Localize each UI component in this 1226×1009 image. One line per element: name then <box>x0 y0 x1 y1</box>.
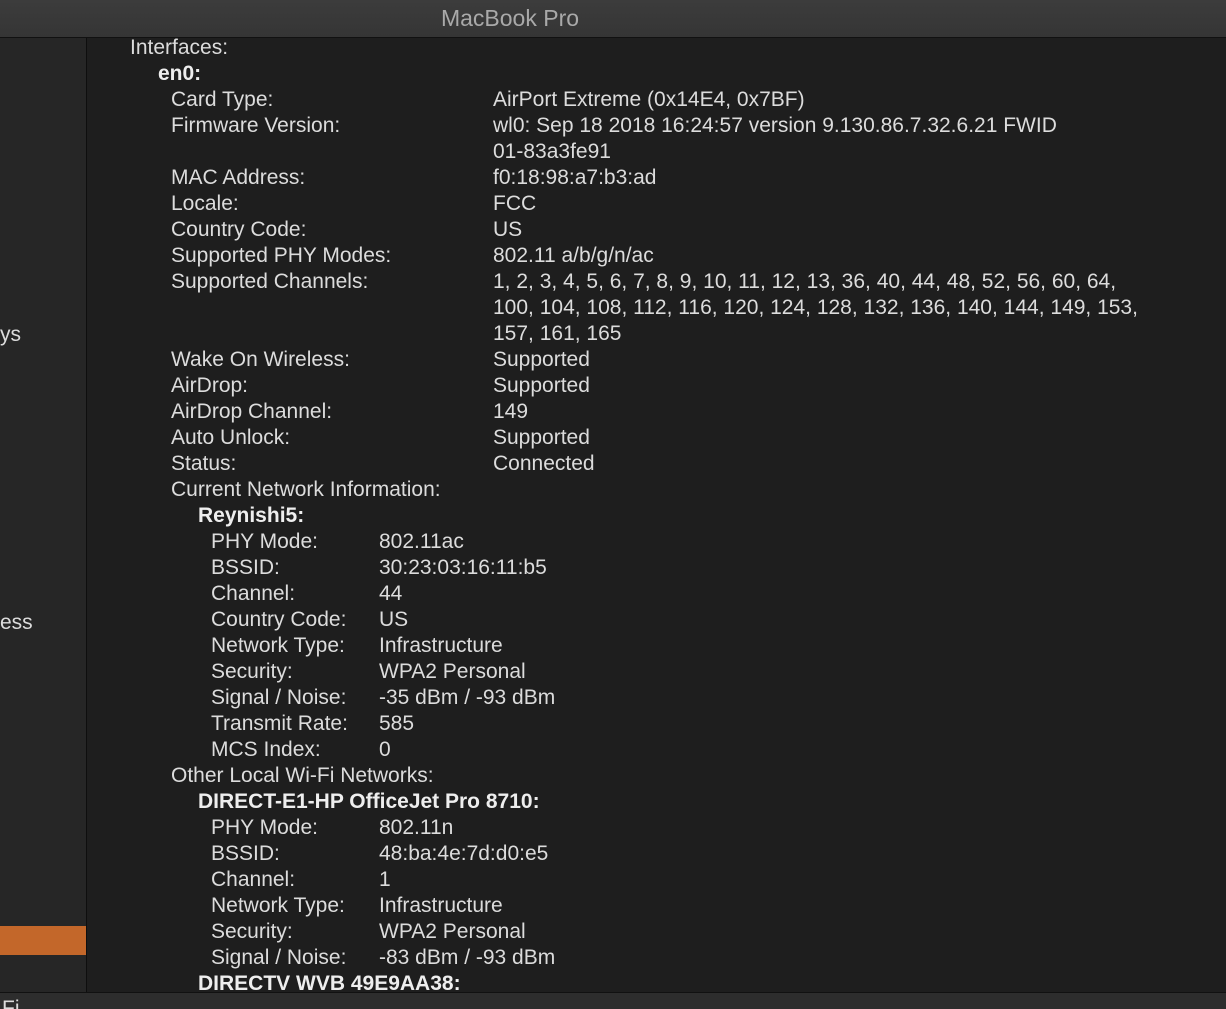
en0-header: en0: <box>158 62 202 85</box>
field-value: 802.11n <box>379 816 454 839</box>
field-value: 585 <box>379 712 415 735</box>
sidebar-item-fragment[interactable]: ess <box>0 611 33 635</box>
field-label: Firmware Version: <box>171 114 341 137</box>
field-label: Signal / Noise: <box>211 686 347 709</box>
field-value: Supported <box>493 426 590 449</box>
sidebar[interactable]: ys ess <box>0 38 87 992</box>
field-value: 802.11 a/b/g/n/ac <box>493 244 654 267</box>
field-label: Supported PHY Modes: <box>171 244 392 267</box>
network-name: DIRECT-E1-HP OfficeJet Pro 8710: <box>198 790 540 813</box>
field-value: -83 dBm / -93 dBm <box>379 946 556 969</box>
field-value: Connected <box>493 452 595 475</box>
field-label: Security: <box>211 920 293 943</box>
field-label: Security: <box>211 660 293 683</box>
field-label: AirDrop Channel: <box>171 400 333 423</box>
field-value: Supported <box>493 374 590 397</box>
field-value: 1, 2, 3, 4, 5, 6, 7, 8, 9, 10, 11, 12, 1… <box>493 270 1117 293</box>
sidebar-item-fragment[interactable]: ys <box>0 323 21 347</box>
field-value: WPA2 Personal <box>379 920 526 943</box>
field-value: 802.11ac <box>379 530 464 553</box>
field-label: Supported Channels: <box>171 270 369 293</box>
other-networks-header: Other Local Wi-Fi Networks: <box>171 764 434 787</box>
field-label: Country Code: <box>211 608 347 631</box>
detail-pane[interactable]: Interfaces: en0: Card Type: AirPort Extr… <box>88 38 1226 992</box>
field-value: 44 <box>379 582 403 605</box>
field-label: Transmit Rate: <box>211 712 348 735</box>
field-value-cont: 01-83a3fe91 <box>493 140 611 163</box>
field-value-cont: 100, 104, 108, 112, 116, 120, 124, 128, … <box>493 296 1138 319</box>
field-label: Wake On Wireless: <box>171 348 350 371</box>
field-value: 149 <box>493 400 529 423</box>
field-value: -35 dBm / -93 dBm <box>379 686 556 709</box>
field-label: Network Type: <box>211 894 345 917</box>
field-value: FCC <box>493 192 537 215</box>
field-label: Channel: <box>211 582 296 605</box>
field-value: f0:18:98:a7:b3:ad <box>493 166 657 189</box>
field-value: 1 <box>379 868 391 891</box>
field-label: Channel: <box>211 868 296 891</box>
sidebar-selected-item[interactable] <box>0 926 86 955</box>
field-value: 48:ba:4e:7d:d0:e5 <box>379 842 549 865</box>
field-value: US <box>379 608 409 631</box>
network-name: DIRECTV WVB 49E9AA38: <box>198 972 461 992</box>
field-value-cont: 157, 161, 165 <box>493 322 622 345</box>
field-label: MCS Index: <box>211 738 321 761</box>
field-value: AirPort Extreme (0x14E4, 0x7BF) <box>493 88 805 111</box>
field-label: Auto Unlock: <box>171 426 291 449</box>
field-value: Supported <box>493 348 590 371</box>
field-label: BSSID: <box>211 556 280 579</box>
title-bar: MacBook Pro <box>0 0 1226 38</box>
field-value: WPA2 Personal <box>379 660 526 683</box>
field-value: Infrastructure <box>379 634 503 657</box>
field-label: BSSID: <box>211 842 280 865</box>
network-name: Reynishi5: <box>198 504 305 527</box>
window-title: MacBook Pro <box>440 5 580 31</box>
field-label: AirDrop: <box>171 374 249 397</box>
field-label: PHY Mode: <box>211 530 318 553</box>
field-value: wl0: Sep 18 2018 16:24:57 version 9.130.… <box>493 114 1057 137</box>
field-label: Locale: <box>171 192 239 215</box>
field-label: Country Code: <box>171 218 307 241</box>
field-value: US <box>493 218 523 241</box>
field-value: 30:23:03:16:11:b5 <box>379 556 547 579</box>
field-label: Network Type: <box>211 634 345 657</box>
field-label: MAC Address: <box>171 166 306 189</box>
field-value: 0 <box>379 738 391 761</box>
field-value: Infrastructure <box>379 894 503 917</box>
field-label: PHY Mode: <box>211 816 318 839</box>
bottom-bar: Fi <box>0 992 1226 1009</box>
bottom-text-fragment: Fi <box>2 997 20 1009</box>
interfaces-header: Interfaces: <box>130 38 229 59</box>
field-label: Signal / Noise: <box>211 946 347 969</box>
field-label: Status: <box>171 452 237 475</box>
current-network-header: Current Network Information: <box>171 478 441 501</box>
field-label: Card Type: <box>171 88 274 111</box>
